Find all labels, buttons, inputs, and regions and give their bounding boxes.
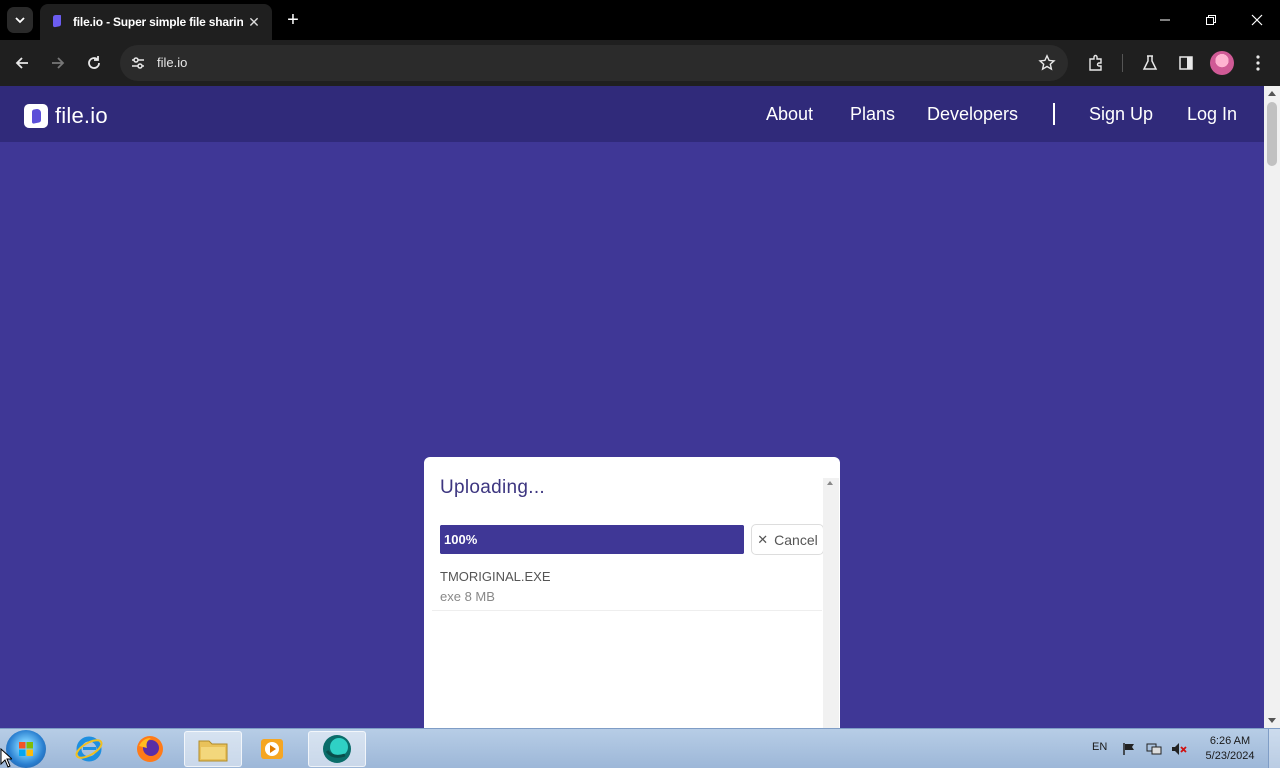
taskbar-file-explorer[interactable]: [184, 731, 242, 767]
flask-icon: [1142, 55, 1158, 70]
cancel-label: Cancel: [774, 531, 818, 548]
restore-icon: [1206, 15, 1216, 25]
nav-divider: [1053, 103, 1055, 125]
browser-menu-button[interactable]: [1246, 51, 1270, 75]
progress-label: 100%: [444, 532, 478, 547]
reload-icon: [88, 56, 100, 69]
taskbar-chrome-app[interactable]: [308, 731, 366, 767]
close-icon: [1251, 14, 1263, 26]
upload-card: Uploading... 100% ✕ Cancel TMORIGINAL.EX…: [424, 457, 840, 728]
tab-title: file.io - Super simple file sharing!: [73, 15, 243, 29]
progress-fill: [440, 525, 744, 554]
browser-tab[interactable]: file.io - Super simple file sharing! ✕: [40, 4, 272, 40]
scroll-down-icon[interactable]: [1268, 718, 1276, 723]
back-button[interactable]: [10, 51, 34, 75]
tab-close-icon[interactable]: ✕: [246, 14, 262, 31]
scroll-up-icon[interactable]: [1268, 91, 1276, 96]
fileio-favicon-icon: [53, 15, 61, 28]
clock-time: 6:26 AM: [1209, 735, 1251, 747]
mouse-cursor-icon: [0, 748, 12, 768]
side-panel-button[interactable]: [1174, 51, 1198, 75]
kebab-menu-icon: [1256, 55, 1260, 71]
system-clock[interactable]: 6:26 AM 5/23/2024: [1196, 734, 1264, 764]
address-text: file.io: [157, 55, 188, 70]
close-icon: ✕: [757, 531, 769, 547]
arrow-right-icon: [52, 57, 65, 69]
logo-text: file.io: [55, 103, 108, 128]
minimize-button[interactable]: [1155, 10, 1175, 30]
forward-button[interactable]: [46, 51, 70, 75]
puzzle-icon: [1089, 54, 1102, 71]
firefox-icon: [137, 736, 163, 762]
nav-developers[interactable]: Developers: [927, 104, 1018, 125]
windows-taskbar: EN 6:26 AM 5/23/2024: [0, 728, 1280, 768]
cancel-button[interactable]: ✕ Cancel: [751, 524, 824, 555]
toolbar-separator: [1122, 54, 1123, 72]
fileio-logo-icon: [24, 104, 48, 128]
nav-log-in[interactable]: Log In: [1187, 104, 1237, 125]
list-item: TMORIGINAL.EXE exe 8 MB: [432, 564, 822, 611]
site-header: file.io About Plans Developers Sign Up L…: [0, 86, 1264, 142]
restore-button[interactable]: [1201, 10, 1221, 30]
browser-toolbar: file.io: [0, 40, 1280, 86]
file-list-scrollbar[interactable]: [823, 478, 839, 728]
browser-tabstrip: file.io - Super simple file sharing! ✕ +: [0, 0, 1280, 40]
nav-about[interactable]: About: [766, 104, 813, 125]
arrow-left-icon: [15, 57, 28, 69]
folder-icon: [198, 740, 228, 762]
side-panel-icon: [1179, 56, 1193, 70]
upload-progress-bar: 100%: [440, 525, 744, 554]
upload-title: Uploading...: [440, 477, 546, 498]
reload-button[interactable]: [82, 51, 106, 75]
chevron-down-icon: [15, 17, 25, 24]
site-logo[interactable]: file.io: [24, 103, 108, 129]
web-page: file.io About Plans Developers Sign Up L…: [0, 86, 1264, 728]
volume-muted-icon[interactable]: [1171, 742, 1187, 756]
flag-icon[interactable]: [1122, 742, 1136, 756]
network-icon[interactable]: [1146, 742, 1162, 756]
app-globe-icon: [323, 735, 351, 763]
tune-icon[interactable]: [130, 55, 146, 71]
nav-sign-up[interactable]: Sign Up: [1089, 104, 1153, 125]
close-window-button[interactable]: [1247, 10, 1267, 30]
address-bar[interactable]: file.io: [120, 45, 1068, 81]
scroll-thumb[interactable]: [1267, 102, 1277, 166]
windows-logo-icon: [19, 742, 33, 756]
clock-date: 5/23/2024: [1205, 750, 1255, 762]
file-meta: exe 8 MB: [440, 589, 495, 604]
taskbar-firefox[interactable]: [121, 731, 179, 767]
media-player-icon: [261, 739, 283, 759]
minimize-icon: [1160, 19, 1170, 21]
start-button[interactable]: [6, 730, 46, 768]
star-icon[interactable]: [1038, 54, 1056, 72]
file-name: TMORIGINAL.EXE: [440, 569, 551, 584]
labs-button[interactable]: [1138, 51, 1162, 75]
new-tab-button[interactable]: +: [282, 9, 304, 31]
taskbar-internet-explorer[interactable]: [60, 731, 118, 767]
scroll-up-icon[interactable]: [827, 481, 833, 485]
tab-search-button[interactable]: [7, 7, 33, 33]
profile-avatar[interactable]: [1210, 51, 1234, 75]
page-scrollbar[interactable]: [1264, 86, 1280, 728]
internet-explorer-icon: [75, 736, 103, 762]
show-desktop-button[interactable]: [1268, 729, 1280, 768]
taskbar-media-player[interactable]: [243, 731, 301, 767]
nav-plans[interactable]: Plans: [850, 104, 895, 125]
language-indicator[interactable]: EN: [1092, 741, 1107, 753]
file-list: TMORIGINAL.EXE exe 8 MB: [432, 564, 822, 728]
extensions-button[interactable]: [1084, 51, 1108, 75]
